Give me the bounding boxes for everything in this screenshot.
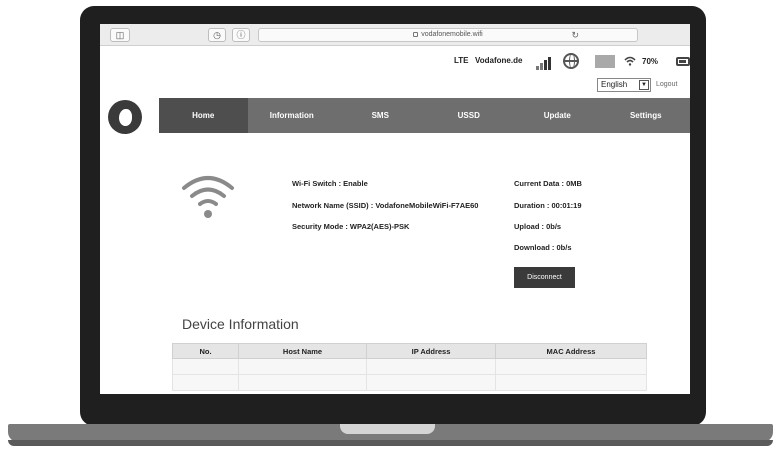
language-select[interactable]: English ▼ [597,78,651,92]
nav-home[interactable]: Home [159,98,248,133]
table-cell [366,374,496,391]
col-host-name: Host Name [238,343,367,359]
nav-information[interactable]: Information [248,98,337,133]
table-row [172,374,647,391]
nav-sms[interactable]: SMS [336,98,425,133]
battery-icon [676,57,690,66]
chevron-down-icon: ▼ [639,80,649,90]
address-bar[interactable]: vodafonemobile.wifi ↻ [258,28,638,42]
network-type: LTE [454,56,469,65]
language-value: English [601,80,628,89]
table-cell [172,374,239,391]
table-cell [172,358,239,375]
main-nav: Home Information SMS USSD Update Setting… [159,98,690,133]
vodafone-logo [108,100,142,134]
col-mac-address: MAC Address [495,343,647,359]
table-cell [238,374,367,391]
current-data: Current Data : 0MB [514,179,582,188]
table-cell [495,374,647,391]
disconnect-button[interactable]: Disconnect [514,267,575,288]
table-cell [366,358,496,375]
connection-duration: Duration : 00:01:19 [514,201,582,210]
battery-percent: 70% [642,57,659,66]
sms-status-icon [595,55,615,68]
device-info-title: Device Information [182,316,299,332]
upload-speed: Upload : 0b/s [514,222,562,231]
col-ip-address: IP Address [366,343,496,359]
history-button[interactable]: ◷ [208,28,226,42]
wifi-status-icon [624,56,636,69]
browser-window: ◫ ◷ ⓘ vodafonemobile.wifi ↻ LTE Vodafone… [100,24,690,394]
download-speed: Download : 0b/s [514,243,572,252]
logout-link[interactable]: Logout [656,81,677,88]
url-text: vodafonemobile.wifi [421,31,483,38]
sidebar-toggle-button[interactable]: ◫ [110,28,130,42]
laptop-notch [340,424,435,434]
col-no: No. [172,343,239,359]
nav-ussd[interactable]: USSD [425,98,514,133]
carrier-name: Vodafone.de [475,56,523,65]
signal-strength-icon [536,54,554,70]
info-button[interactable]: ⓘ [232,28,250,42]
reload-icon[interactable]: ↻ [571,30,579,41]
wifi-switch-status: Wi-Fi Switch : Enable [292,179,368,188]
address-text: vodafonemobile.wifi [259,31,637,38]
table-cell [495,358,647,375]
wifi-icon [182,176,234,218]
table-row [172,358,647,375]
lock-icon [413,32,419,37]
table-header-row: No. Host Name IP Address MAC Address [172,343,647,359]
table-cell [238,358,367,375]
wifi-security-mode: Security Mode : WPA2(AES)-PSK [292,222,410,231]
wifi-ssid: Network Name (SSID) : VodafoneMobileWiFi… [292,201,479,210]
nav-settings[interactable]: Settings [602,98,691,133]
browser-toolbar: ◫ ◷ ⓘ vodafonemobile.wifi ↻ [100,24,690,46]
nav-update[interactable]: Update [513,98,602,133]
globe-icon [563,53,579,69]
laptop-base-shadow [8,440,773,446]
device-table: No. Host Name IP Address MAC Address [172,343,647,391]
